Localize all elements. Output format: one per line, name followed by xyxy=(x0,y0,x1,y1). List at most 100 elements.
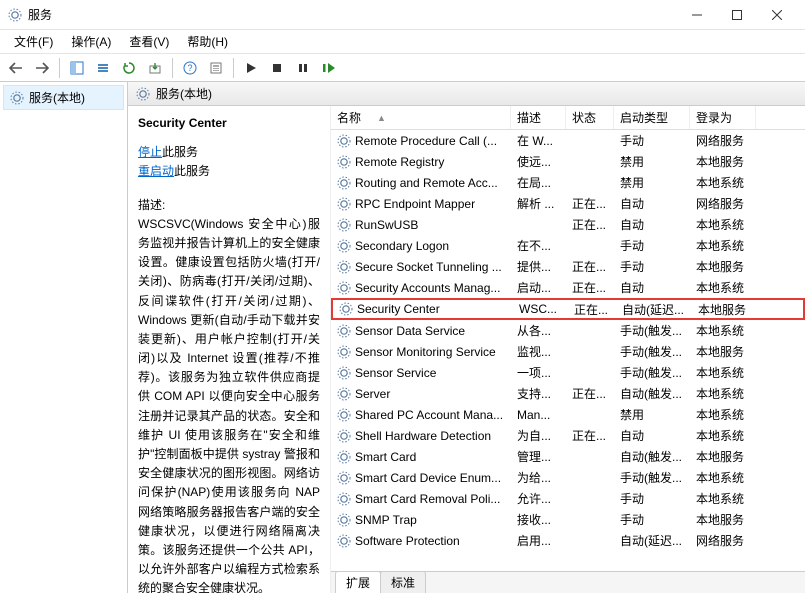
service-start: 自动 xyxy=(614,216,690,233)
menu-view[interactable]: 查看(V) xyxy=(121,30,177,53)
col-start[interactable]: 启动类型 xyxy=(614,106,690,129)
refresh-button[interactable] xyxy=(117,56,141,80)
minimize-button[interactable] xyxy=(677,0,717,30)
service-desc: 监视... xyxy=(511,343,566,360)
svg-text:?: ? xyxy=(187,63,192,73)
service-row[interactable]: RunSwUSB正在...自动本地系统 xyxy=(331,214,805,235)
show-hide-tree-button[interactable] xyxy=(65,56,89,80)
stop-link[interactable]: 停止 xyxy=(138,145,162,159)
service-start: 禁用 xyxy=(614,406,690,423)
col-logon[interactable]: 登录为 xyxy=(690,106,756,129)
service-row[interactable]: Secure Socket Tunneling ...提供...正在...手动本… xyxy=(331,256,805,277)
service-name: Server xyxy=(355,387,390,401)
restart-service-button[interactable] xyxy=(317,56,341,80)
service-row[interactable]: Server支持...正在...自动(触发...本地系统 xyxy=(331,383,805,404)
col-status[interactable]: 状态 xyxy=(566,106,614,129)
service-row[interactable]: Smart Card Removal Poli...允许...手动本地系统 xyxy=(331,488,805,509)
service-start: 手动 xyxy=(614,237,690,254)
tab-extended[interactable]: 扩展 xyxy=(335,571,381,593)
service-logon: 本地服务 xyxy=(690,448,756,465)
service-icon xyxy=(337,218,351,232)
service-name: Smart Card Removal Poli... xyxy=(355,492,500,506)
service-row[interactable]: Shared PC Account Mana...Man...禁用本地系统 xyxy=(331,404,805,425)
service-logon: 本地系统 xyxy=(690,385,756,402)
service-row[interactable]: Sensor Monitoring Service监视...手动(触发...本地… xyxy=(331,341,805,362)
service-icon xyxy=(337,197,351,211)
service-row[interactable]: Sensor Service一项...手动(触发...本地系统 xyxy=(331,362,805,383)
service-status: 正在... xyxy=(566,279,614,296)
service-desc: 启用... xyxy=(511,532,566,549)
start-service-button[interactable] xyxy=(239,56,263,80)
service-row[interactable]: Secondary Logon在不...手动本地系统 xyxy=(331,235,805,256)
service-row[interactable]: Shell Hardware Detection为自...正在...自动本地系统 xyxy=(331,425,805,446)
nav-item-label: 服务(本地) xyxy=(29,89,85,106)
service-icon xyxy=(339,302,353,316)
service-start: 手动(触发... xyxy=(614,364,690,381)
service-name: Shared PC Account Mana... xyxy=(355,408,503,422)
tab-standard[interactable]: 标准 xyxy=(380,571,426,593)
col-desc[interactable]: 描述 xyxy=(511,106,566,129)
maximize-button[interactable] xyxy=(717,0,757,30)
stop-service-button[interactable] xyxy=(265,56,289,80)
service-name: Remote Procedure Call (... xyxy=(355,134,497,148)
pause-service-button[interactable] xyxy=(291,56,315,80)
service-logon: 网络服务 xyxy=(690,132,756,149)
service-row[interactable]: Sensor Data Service从各...手动(触发...本地系统 xyxy=(331,320,805,341)
service-row[interactable]: Security CenterWSC...正在...自动(延迟...本地服务 xyxy=(331,298,805,320)
desc-body: WSCSVC(Windows 安全中心)服务监视并报告计算机上的安全健康设置。健… xyxy=(138,215,320,593)
service-desc: 在 W... xyxy=(511,132,566,149)
service-icon xyxy=(337,345,351,359)
export-list-button[interactable] xyxy=(91,56,115,80)
help-button[interactable]: ? xyxy=(178,56,202,80)
service-name: SNMP Trap xyxy=(355,513,417,527)
back-button[interactable] xyxy=(4,56,28,80)
service-row[interactable]: Smart Card管理...自动(触发...本地服务 xyxy=(331,446,805,467)
service-desc: 接收... xyxy=(511,511,566,528)
service-list[interactable]: Remote Procedure Call (...在 W...手动网络服务Re… xyxy=(331,130,805,571)
nav-item-services-local[interactable]: 服务(本地) xyxy=(3,85,124,110)
service-name: Security Accounts Manag... xyxy=(355,281,500,295)
service-start: 手动 xyxy=(614,490,690,507)
properties-button[interactable] xyxy=(204,56,228,80)
service-name: Sensor Data Service xyxy=(355,324,465,338)
menu-action[interactable]: 操作(A) xyxy=(63,30,119,53)
service-row[interactable]: Smart Card Device Enum...为给...手动(触发...本地… xyxy=(331,467,805,488)
service-status: 正在... xyxy=(566,216,614,233)
service-logon: 本地服务 xyxy=(690,511,756,528)
service-row[interactable]: Software Protection启用...自动(延迟...网络服务 xyxy=(331,530,805,551)
forward-button[interactable] xyxy=(30,56,54,80)
service-row[interactable]: Routing and Remote Acc...在局...禁用本地系统 xyxy=(331,172,805,193)
service-logon: 本地服务 xyxy=(692,301,758,318)
separator xyxy=(233,58,234,78)
service-start: 自动(延迟... xyxy=(616,301,692,318)
service-icon xyxy=(337,513,351,527)
service-logon: 本地系统 xyxy=(690,216,756,233)
service-icon xyxy=(337,239,351,253)
service-logon: 本地系统 xyxy=(690,427,756,444)
service-logon: 本地服务 xyxy=(690,153,756,170)
service-status: 正在... xyxy=(568,301,616,318)
restart-link[interactable]: 重启动 xyxy=(138,164,174,178)
menu-help[interactable]: 帮助(H) xyxy=(179,30,236,53)
window-title: 服务 xyxy=(28,6,677,23)
service-logon: 本地服务 xyxy=(690,258,756,275)
app-icon xyxy=(8,8,22,22)
service-row[interactable]: Security Accounts Manag...启动...正在...自动本地… xyxy=(331,277,805,298)
detail-tabs: 扩展 标准 xyxy=(331,571,805,593)
col-name[interactable]: 名称▲ xyxy=(331,106,511,129)
sort-asc-icon: ▲ xyxy=(377,113,386,123)
menu-file[interactable]: 文件(F) xyxy=(6,30,61,53)
service-row[interactable]: SNMP Trap接收...手动本地服务 xyxy=(331,509,805,530)
service-name: Secure Socket Tunneling ... xyxy=(355,260,502,274)
service-row[interactable]: Remote Registry使远...禁用本地服务 xyxy=(331,151,805,172)
service-logon: 本地系统 xyxy=(690,237,756,254)
titlebar: 服务 xyxy=(0,0,805,30)
service-row[interactable]: Remote Procedure Call (... 在 W... 手动网络服务 xyxy=(331,130,805,151)
service-desc: 启动... xyxy=(511,279,566,296)
close-button[interactable] xyxy=(757,0,797,30)
service-icon xyxy=(337,366,351,380)
service-row[interactable]: RPC Endpoint Mapper解析 ...正在...自动网络服务 xyxy=(331,193,805,214)
service-icon xyxy=(337,387,351,401)
export-button[interactable] xyxy=(143,56,167,80)
service-start: 手动 xyxy=(614,132,690,149)
